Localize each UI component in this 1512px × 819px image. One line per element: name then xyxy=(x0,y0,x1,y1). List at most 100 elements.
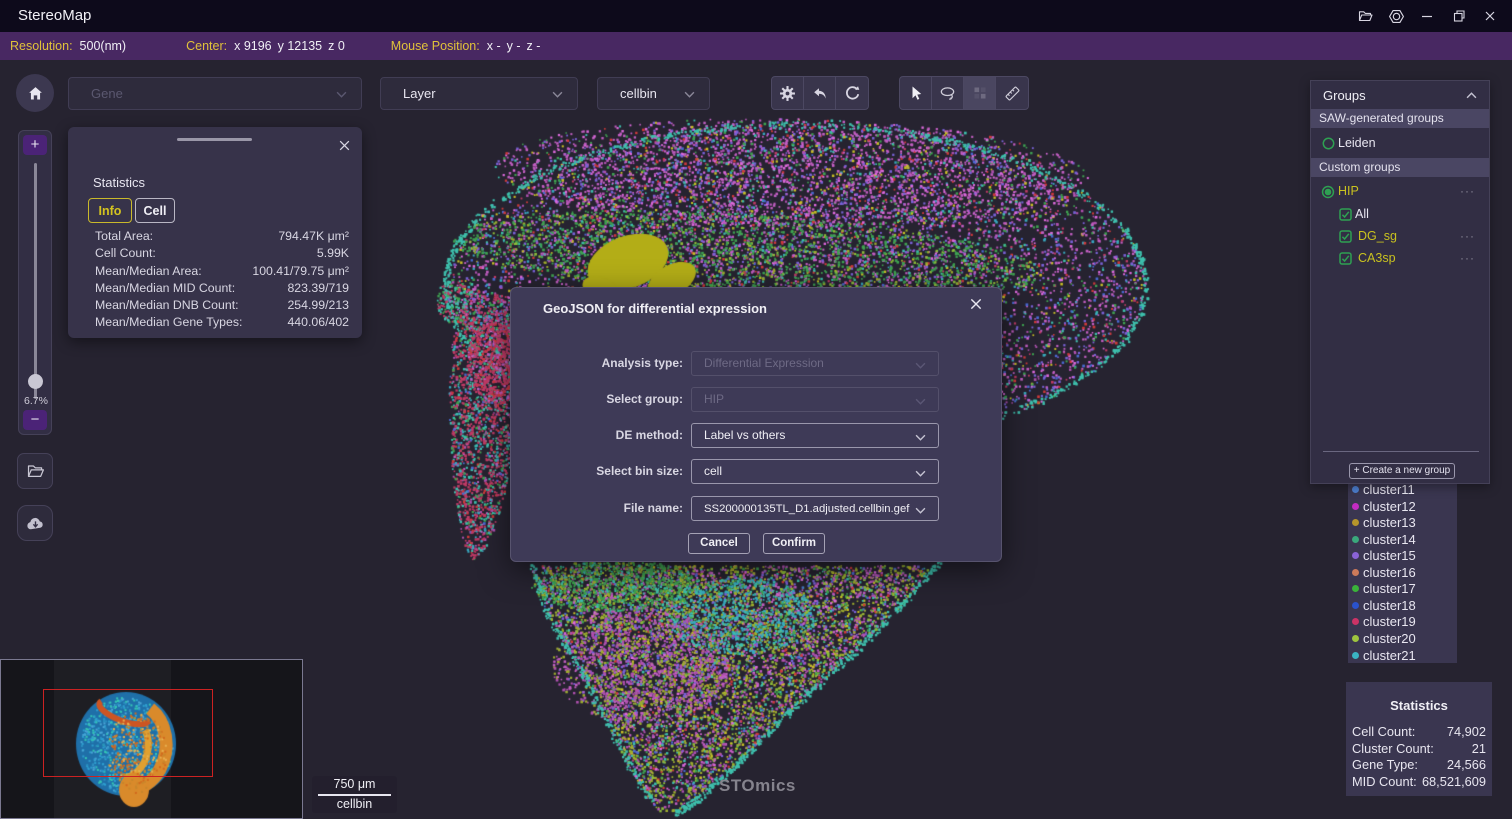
cell-grid-tool-button[interactable] xyxy=(964,77,996,109)
tab-cell[interactable]: Cell xyxy=(135,198,175,223)
statistics-close-button[interactable] xyxy=(336,137,352,153)
settings-gear-icon[interactable] xyxy=(1383,4,1409,28)
minimize-icon[interactable] xyxy=(1414,4,1440,28)
checkbox-checked-icon[interactable] xyxy=(1339,208,1352,221)
select-group-value: HIP xyxy=(704,392,724,406)
zoom-control-panel: + 6.7% − xyxy=(18,130,52,435)
layer-label: Layer xyxy=(403,86,436,101)
scale-line xyxy=(318,794,391,796)
bin-dropdown[interactable]: cellbin xyxy=(597,77,710,110)
resolution-value: 500(nm) xyxy=(80,39,127,53)
cloud-download-button[interactable] xyxy=(17,505,53,541)
zoom-slider-thumb[interactable] xyxy=(28,374,43,389)
de-method-label: DE method: xyxy=(551,423,683,448)
gene-dropdown[interactable]: Gene xyxy=(68,77,362,110)
select-group-select[interactable]: HIP xyxy=(691,387,939,412)
close-icon xyxy=(338,139,351,152)
divider xyxy=(1323,451,1479,452)
confirm-button[interactable]: Confirm xyxy=(763,533,825,554)
group-item-dg-sg[interactable]: DG_sg ··· xyxy=(1311,227,1489,246)
cluster-list-item[interactable]: cluster12 xyxy=(1352,498,1416,514)
de-method-value: Label vs others xyxy=(704,428,785,442)
cell-grid-icon xyxy=(972,85,988,101)
group-item-hip[interactable]: HIP ··· xyxy=(1311,182,1489,201)
statistics-panel[interactable]: Statistics Info Cell Total Area:794.47K … xyxy=(68,127,362,338)
mouse-z: z - xyxy=(527,39,541,53)
select-group-label: Select group: xyxy=(551,387,683,412)
summary-value: 68,521,609 xyxy=(1422,774,1486,791)
cluster-color-dot xyxy=(1352,569,1359,576)
zoom-slider-track[interactable] xyxy=(34,163,37,399)
cluster-list-item[interactable]: cluster21 xyxy=(1352,647,1416,663)
group-menu-button[interactable]: ··· xyxy=(1460,182,1475,201)
minimap-viewport-rect[interactable] xyxy=(43,689,213,777)
chevron-down-icon xyxy=(684,91,695,98)
groups-title: Groups xyxy=(1323,88,1366,103)
cancel-button[interactable]: Cancel xyxy=(688,533,750,554)
gene-placeholder: Gene xyxy=(91,86,123,101)
restore-icon[interactable] xyxy=(1446,4,1472,28)
stat-label: Total Area: xyxy=(95,228,153,245)
close-icon xyxy=(969,297,983,311)
close-icon[interactable] xyxy=(1477,4,1503,28)
checkbox-checked-icon[interactable] xyxy=(1339,230,1352,243)
dialog-title: GeoJSON for differential expression xyxy=(543,301,767,316)
summary-title: Statistics xyxy=(1346,698,1492,713)
title-bar: StereoMap xyxy=(0,0,1512,32)
cluster-color-dot xyxy=(1352,536,1359,543)
redo-button[interactable] xyxy=(836,77,868,109)
drag-handle[interactable] xyxy=(177,138,252,141)
group-label: CA3sp xyxy=(1358,249,1396,268)
bin-size-select[interactable]: cell xyxy=(691,459,939,484)
cluster-list-item[interactable]: cluster17 xyxy=(1352,580,1416,596)
group-item-ca3sp[interactable]: CA3sp ··· xyxy=(1311,249,1489,268)
measure-tool-button[interactable] xyxy=(996,77,1028,109)
radio-checked-icon[interactable] xyxy=(1321,185,1335,199)
cluster-list-item[interactable]: cluster16 xyxy=(1352,564,1416,580)
open-folder-button[interactable] xyxy=(17,453,53,489)
chevron-down-icon xyxy=(915,398,926,405)
layer-dropdown[interactable]: Layer xyxy=(380,77,578,110)
scale-distance-label: 750 μm xyxy=(312,777,397,791)
tab-info[interactable]: Info xyxy=(88,198,132,223)
undo-button[interactable] xyxy=(804,77,836,109)
lasso-tool-button[interactable] xyxy=(932,77,964,109)
stat-label: Mean/Median Gene Types: xyxy=(95,314,242,331)
file-name-select[interactable]: SS200000135TL_D1.adjusted.cellbin.gef xyxy=(691,496,939,521)
cluster-color-dot xyxy=(1352,486,1359,493)
de-method-select[interactable]: Label vs others xyxy=(691,423,939,448)
mouse-y: y - xyxy=(507,39,521,53)
summary-label: Cell Count: xyxy=(1352,724,1415,741)
radio-unchecked-icon[interactable] xyxy=(1322,137,1335,150)
cluster-list-item[interactable]: cluster15 xyxy=(1352,547,1416,563)
summary-label: Cluster Count: xyxy=(1352,741,1434,758)
open-file-icon[interactable] xyxy=(1352,4,1378,28)
analysis-type-select[interactable]: Differential Expression xyxy=(691,351,939,376)
group-item-all[interactable]: All xyxy=(1311,205,1489,224)
group-item-leiden[interactable]: Leiden xyxy=(1311,134,1489,153)
cluster-list-item[interactable]: cluster13 xyxy=(1352,514,1416,530)
statistics-title: Statistics xyxy=(93,175,145,190)
zoom-in-button[interactable]: + xyxy=(23,135,47,155)
chevron-down-icon xyxy=(915,470,926,477)
home-button[interactable] xyxy=(16,74,54,112)
cluster-list-item[interactable]: cluster19 xyxy=(1352,613,1416,629)
stat-label: Mean/Median MID Count: xyxy=(95,280,235,297)
cluster-list-item[interactable]: cluster20 xyxy=(1352,630,1416,646)
minimap[interactable] xyxy=(0,659,303,819)
stat-label: Mean/Median Area: xyxy=(95,263,202,280)
select-cursor-button[interactable] xyxy=(900,77,932,109)
group-menu-button[interactable]: ··· xyxy=(1460,249,1475,268)
cluster-list-item[interactable]: cluster14 xyxy=(1352,531,1416,547)
group-label: DG_sg xyxy=(1358,227,1397,246)
zoom-out-button[interactable]: − xyxy=(23,410,47,430)
checkbox-checked-icon[interactable] xyxy=(1339,252,1352,265)
settings-tool-button[interactable] xyxy=(772,77,804,109)
group-menu-button[interactable]: ··· xyxy=(1460,227,1475,246)
groups-collapse-button[interactable] xyxy=(1466,92,1477,99)
create-group-button[interactable]: + Create a new group xyxy=(1349,463,1455,479)
dialog-close-button[interactable] xyxy=(967,295,985,313)
file-name-label: File name: xyxy=(551,496,683,521)
cluster-list-item[interactable]: cluster18 xyxy=(1352,597,1416,613)
home-icon xyxy=(27,85,44,102)
